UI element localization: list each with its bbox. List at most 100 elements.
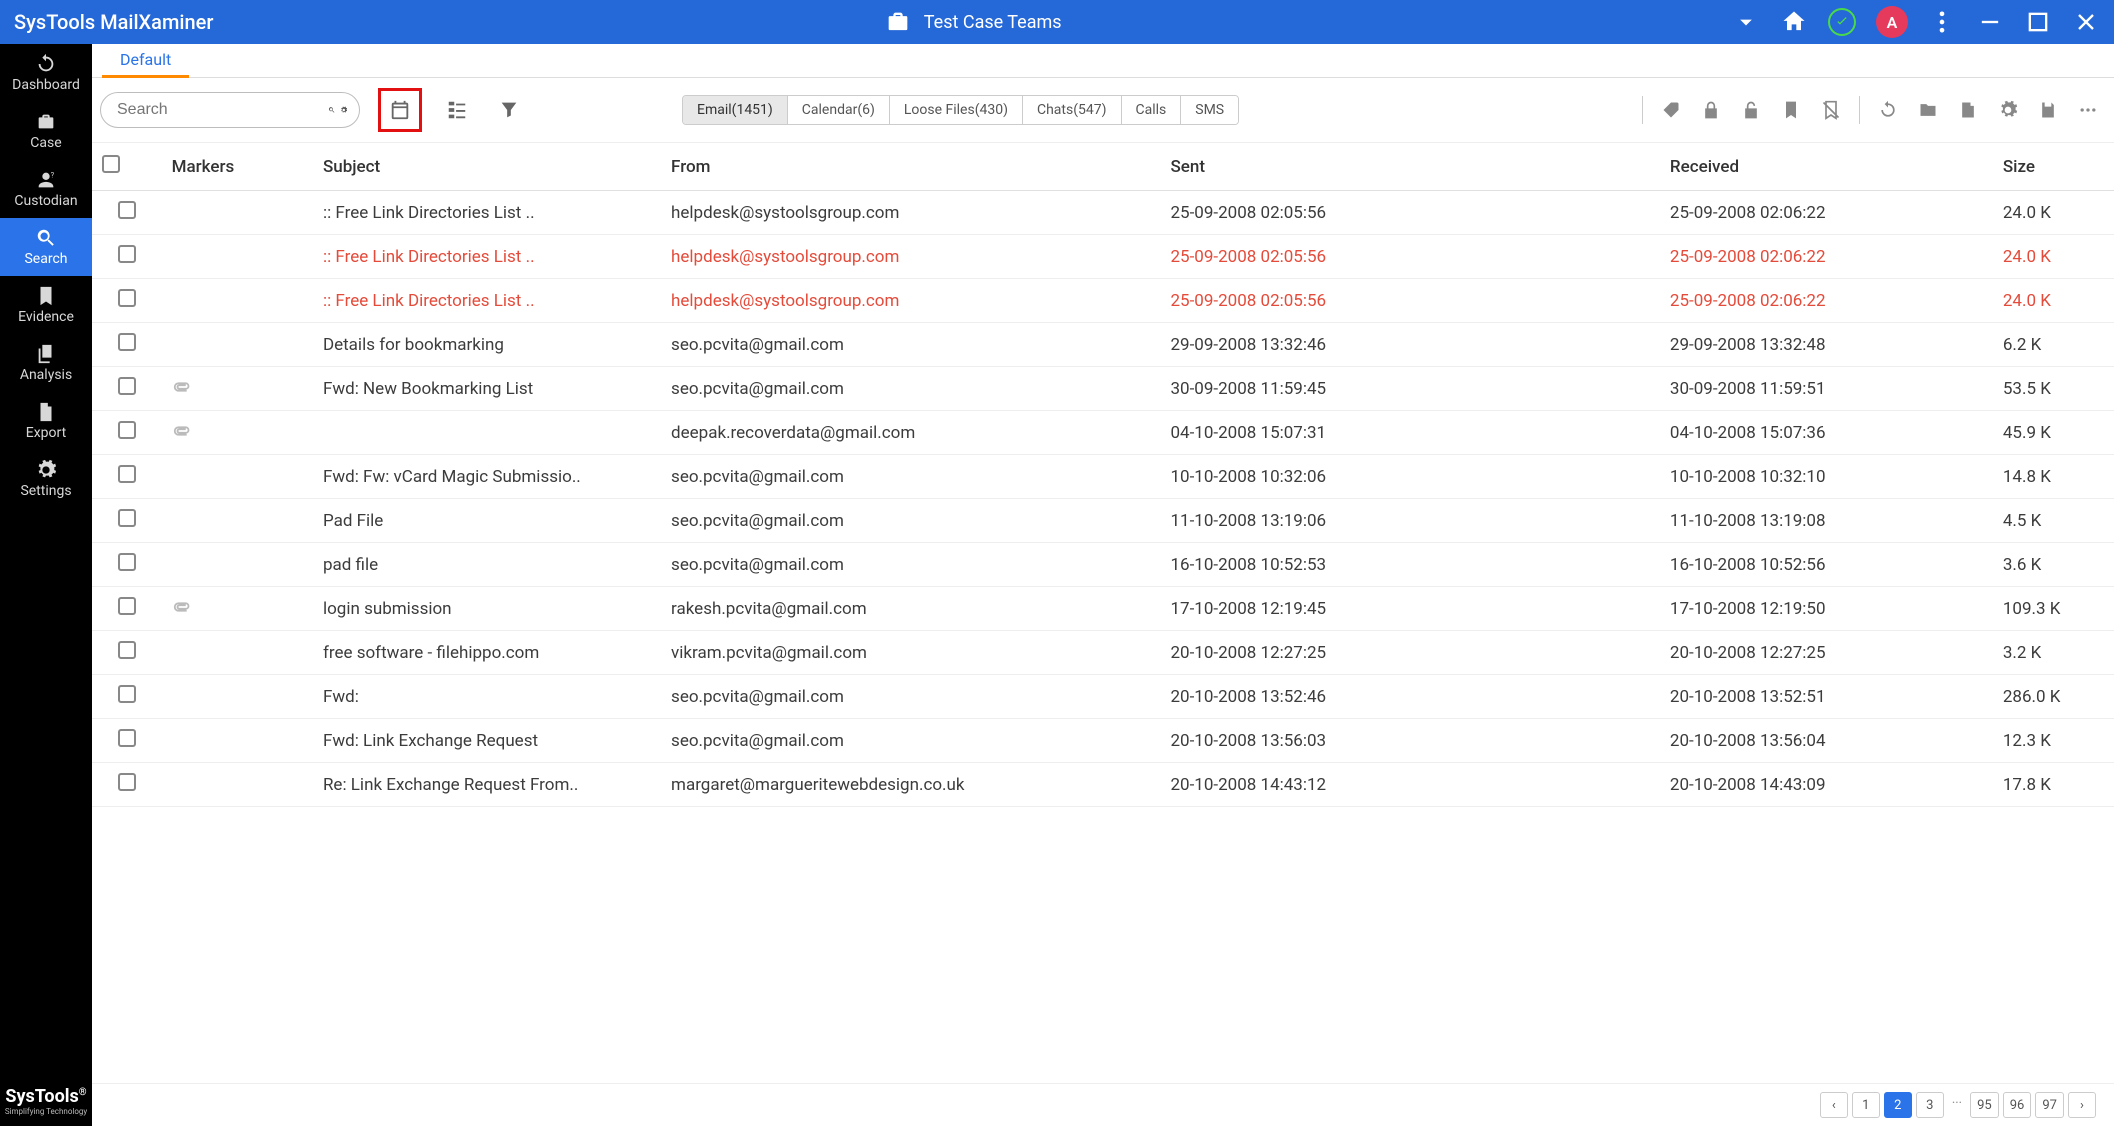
export-icon[interactable] (1956, 98, 1980, 122)
table-row[interactable]: Fwd: Fw: vCard Magic Submissio.. seo.pcv… (92, 455, 2114, 499)
table-row[interactable]: :: Free Link Directories List .. helpdes… (92, 235, 2114, 279)
row-checkbox[interactable] (118, 597, 136, 615)
search-input[interactable] (117, 101, 324, 119)
header-sent[interactable]: Sent (1160, 143, 1659, 191)
tag-icon[interactable] (1659, 98, 1683, 122)
toolbar: Email(1451)Calendar(6)Loose Files(430)Ch… (92, 78, 2114, 143)
row-checkbox[interactable] (118, 509, 136, 527)
cell-subject: Fwd: (313, 675, 661, 719)
chip-calls[interactable]: Calls (1122, 96, 1182, 124)
cell-size: 45.9 K (1993, 411, 2114, 455)
row-checkbox[interactable] (118, 465, 136, 483)
gear-icon[interactable] (1996, 98, 2020, 122)
row-checkbox[interactable] (118, 421, 136, 439)
row-checkbox[interactable] (118, 641, 136, 659)
row-checkbox[interactable] (118, 773, 136, 791)
chip-sms[interactable]: SMS (1181, 96, 1238, 124)
pager-next[interactable]: › (2068, 1092, 2096, 1118)
bookmark-off-icon[interactable] (1819, 98, 1843, 122)
header-from[interactable]: From (661, 143, 1160, 191)
table-row[interactable]: Details for bookmarking seo.pcvita@gmail… (92, 323, 2114, 367)
header-size[interactable]: Size (1993, 143, 2114, 191)
row-checkbox[interactable] (118, 289, 136, 307)
cell-subject: :: Free Link Directories List .. (313, 191, 661, 235)
chip-calendar[interactable]: Calendar(6) (788, 96, 890, 124)
header-received[interactable]: Received (1660, 143, 1993, 191)
sidebar-item-settings[interactable]: Settings (0, 450, 92, 508)
bookmark-icon[interactable] (1779, 98, 1803, 122)
folder-icon[interactable] (1916, 98, 1940, 122)
pager-page-1[interactable]: 1 (1852, 1092, 1880, 1118)
cell-sent: 25-09-2008 02:05:56 (1160, 191, 1659, 235)
chip-chats[interactable]: Chats(547) (1023, 96, 1122, 124)
table-row[interactable]: Pad File seo.pcvita@gmail.com 11-10-2008… (92, 499, 2114, 543)
more-icon[interactable] (2076, 98, 2100, 122)
table-row[interactable]: free software - filehippo.com vikram.pcv… (92, 631, 2114, 675)
table-row[interactable]: Fwd: New Bookmarking List seo.pcvita@gma… (92, 367, 2114, 411)
row-checkbox[interactable] (118, 685, 136, 703)
row-checkbox[interactable] (118, 729, 136, 747)
pager-page-3[interactable]: 3 (1916, 1092, 1944, 1118)
row-checkbox[interactable] (118, 377, 136, 395)
sidebar-item-label: Export (26, 425, 66, 441)
sidebar-item-case[interactable]: Case (0, 102, 92, 160)
table-row[interactable]: Fwd: Link Exchange Request seo.pcvita@gm… (92, 719, 2114, 763)
search-box[interactable] (100, 92, 360, 128)
attachment-icon (172, 379, 194, 399)
table-row[interactable]: login submission rakesh.pcvita@gmail.com… (92, 587, 2114, 631)
minimize-icon[interactable] (1976, 8, 2004, 36)
refresh-icon[interactable] (1876, 98, 1900, 122)
tree-icon[interactable] (440, 93, 474, 127)
date-view-highlight (378, 88, 422, 132)
chevron-down-icon[interactable] (1732, 8, 1760, 36)
save-icon[interactable] (2036, 98, 2060, 122)
sidebar-item-analysis[interactable]: Analysis (0, 334, 92, 392)
header-checkbox[interactable] (92, 143, 162, 191)
table-row[interactable]: pad file seo.pcvita@gmail.com 16-10-2008… (92, 543, 2114, 587)
search-icon[interactable] (328, 100, 336, 120)
row-checkbox[interactable] (118, 553, 136, 571)
search-gear-icon[interactable] (340, 100, 348, 120)
table-row[interactable]: Fwd: seo.pcvita@gmail.com 20-10-2008 13:… (92, 675, 2114, 719)
table-row[interactable]: deepak.recoverdata@gmail.com 04-10-2008 … (92, 411, 2114, 455)
sidebar-item-dashboard[interactable]: Dashboard (0, 44, 92, 102)
sidebar-item-custodian[interactable]: ?Custodian (0, 160, 92, 218)
table-row[interactable]: Re: Link Exchange Request From.. margare… (92, 763, 2114, 807)
sidebar-item-export[interactable]: Export (0, 392, 92, 450)
maximize-icon[interactable] (2024, 8, 2052, 36)
pager-page-95[interactable]: 95 (1970, 1092, 1999, 1118)
cell-size: 286.0 K (1993, 675, 2114, 719)
cell-size: 6.2 K (1993, 323, 2114, 367)
cell-sent: 20-10-2008 14:43:12 (1160, 763, 1659, 807)
sidebar-item-label: Dashboard (12, 77, 80, 93)
sidebar-item-evidence[interactable]: Evidence (0, 276, 92, 334)
table-row[interactable]: :: Free Link Directories List .. helpdes… (92, 279, 2114, 323)
pager-page-97[interactable]: 97 (2035, 1092, 2064, 1118)
filter-icon[interactable] (492, 93, 526, 127)
header-subject[interactable]: Subject (313, 143, 661, 191)
table-row[interactable]: :: Free Link Directories List .. helpdes… (92, 191, 2114, 235)
cell-sent: 20-10-2008 12:27:25 (1160, 631, 1659, 675)
tabbar: Default (92, 44, 2114, 78)
kebab-icon[interactable] (1928, 8, 1956, 36)
avatar[interactable]: A (1876, 6, 1908, 38)
chip-email[interactable]: Email(1451) (683, 96, 788, 124)
home-icon[interactable] (1780, 8, 1808, 36)
cell-from: seo.pcvita@gmail.com (661, 719, 1160, 763)
cell-sent: 17-10-2008 12:19:45 (1160, 587, 1659, 631)
pager-page-2[interactable]: 2 (1884, 1092, 1912, 1118)
pager-page-96[interactable]: 96 (2003, 1092, 2032, 1118)
close-icon[interactable] (2072, 8, 2100, 36)
row-checkbox[interactable] (118, 333, 136, 351)
row-checkbox[interactable] (118, 201, 136, 219)
header-markers[interactable]: Markers (162, 143, 313, 191)
row-checkbox[interactable] (118, 245, 136, 263)
pager-prev[interactable]: ‹ (1820, 1092, 1848, 1118)
chip-loose-files[interactable]: Loose Files(430) (890, 96, 1023, 124)
tab-default[interactable]: Default (102, 44, 189, 78)
email-grid: Markers Subject From Sent Received Size … (92, 143, 2114, 1083)
lock-icon[interactable] (1699, 98, 1723, 122)
sidebar-item-search[interactable]: Search (0, 218, 92, 276)
unlock-icon[interactable] (1739, 98, 1763, 122)
calendar-icon[interactable] (383, 93, 417, 127)
